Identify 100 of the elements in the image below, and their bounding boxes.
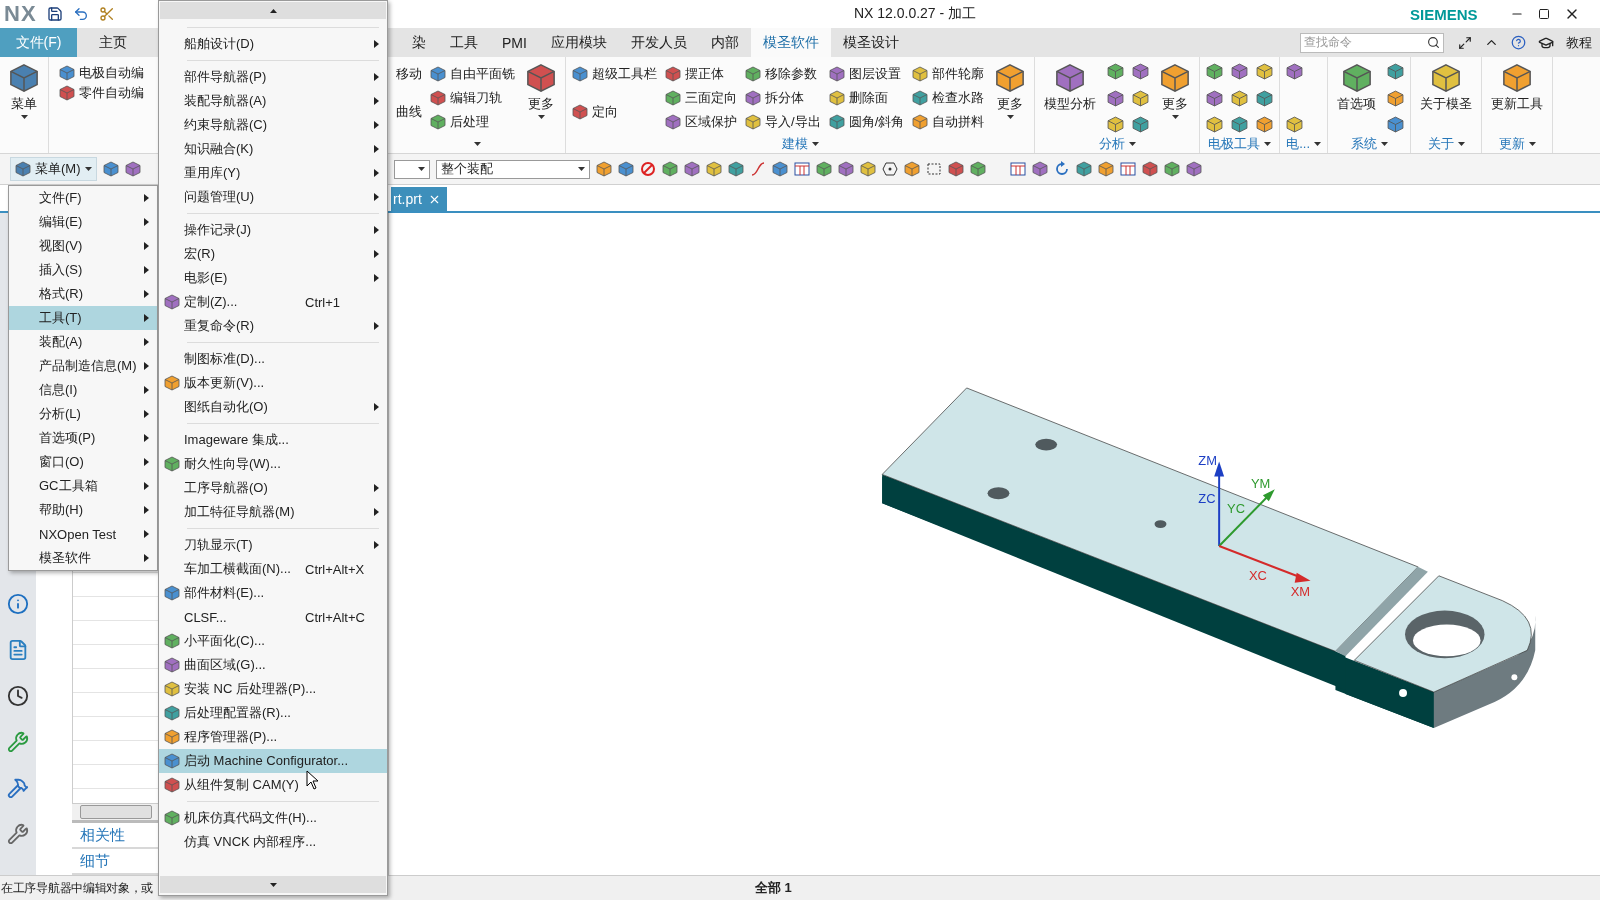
- menu-item[interactable]: 宏(R): [159, 242, 387, 266]
- menu-item[interactable]: 机床仿真代码文件(H)...: [159, 806, 387, 830]
- assembly-dropdown[interactable]: 整个装配: [435, 159, 590, 179]
- ribbon-button[interactable]: 圆角/斜角: [828, 111, 905, 133]
- menu-item[interactable]: 刀轨显示(T): [159, 533, 387, 557]
- menu-button[interactable]: 菜单: [6, 63, 42, 135]
- menu-item[interactable]: 约束导航器(C): [159, 113, 387, 137]
- menu-item[interactable]: 部件材料(E)...: [159, 581, 387, 605]
- menu-item[interactable]: 视图(V): [9, 234, 157, 258]
- grid-icon[interactable]: [793, 161, 810, 177]
- ribbon-button[interactable]: 更多: [992, 63, 1029, 135]
- document-icon[interactable]: [7, 639, 29, 661]
- ribbon-button[interactable]: 更多: [523, 63, 559, 135]
- curve-icon[interactable]: [749, 161, 766, 177]
- ribbon-button[interactable]: 首选项: [1334, 63, 1380, 135]
- menu-item[interactable]: 分析(L): [9, 402, 157, 426]
- ribbon-tab[interactable]: 内部: [698, 28, 751, 57]
- menu-item[interactable]: 后处理配置器(R)...: [159, 701, 387, 725]
- menu-item[interactable]: 首选项(P): [9, 426, 157, 450]
- ribbon-button[interactable]: 编辑刀轨: [430, 87, 515, 109]
- ribbon-button[interactable]: 拆分体: [745, 87, 821, 109]
- menu-item[interactable]: 耐久性向导(W)...: [159, 452, 387, 476]
- menu-item[interactable]: 仿真 VNCK 内部程序...: [159, 830, 387, 854]
- ribbon-button[interactable]: 定向: [572, 101, 657, 123]
- ribbon-button[interactable]: 自动拼料: [912, 111, 985, 133]
- ribbon-button[interactable]: 电极自动编: [59, 63, 144, 83]
- info-icon[interactable]: [7, 593, 29, 615]
- ribbon-button[interactable]: 导入/导出: [745, 111, 821, 133]
- dashed-rectangle-icon[interactable]: [925, 161, 942, 177]
- menu-item[interactable]: 格式(R): [9, 282, 157, 306]
- ribbon-button[interactable]: 移动: [396, 63, 422, 85]
- menu-item[interactable]: 图纸自动化(O): [159, 395, 387, 419]
- wrench-icon[interactable]: [7, 823, 29, 845]
- tutorial-link[interactable]: 教程: [1566, 33, 1592, 52]
- menu-button[interactable]: 菜单(M): [10, 157, 97, 181]
- help-icon[interactable]: [1511, 35, 1526, 50]
- wrench-icon[interactable]: [7, 731, 29, 753]
- menu-item[interactable]: 重用库(Y): [159, 161, 387, 185]
- menu-item[interactable]: 车加工横截面(N)... Ctrl+Alt+X: [159, 557, 387, 581]
- ribbon-button[interactable]: 自由平面铣: [430, 63, 515, 85]
- menu-item[interactable]: 文件(F): [9, 186, 157, 210]
- menu-item[interactable]: 产品制造信息(M): [9, 354, 157, 378]
- menu-item[interactable]: NXOpen Test: [9, 522, 157, 546]
- menu-item[interactable]: 电影(E): [159, 266, 387, 290]
- ribbon-button[interactable]: 曲线: [396, 101, 422, 123]
- menu-item[interactable]: 问题管理(U): [159, 185, 387, 209]
- menu-item[interactable]: CLSF... Ctrl+Alt+C: [159, 605, 387, 629]
- ribbon-button[interactable]: 关于模圣: [1417, 63, 1476, 135]
- ribbon-button[interactable]: 图层设置: [828, 63, 905, 85]
- undo-icon[interactable]: [72, 6, 89, 22]
- menu-item[interactable]: 小平面化(C)...: [159, 629, 387, 653]
- menu-item[interactable]: 工序导航器(O): [159, 476, 387, 500]
- ribbon-button[interactable]: 更多: [1157, 63, 1194, 135]
- document-tab[interactable]: rt.prt: [391, 187, 447, 211]
- clock-icon[interactable]: [7, 685, 29, 707]
- ribbon-button[interactable]: 三面定向: [665, 87, 737, 109]
- ribbon-button[interactable]: 部件轮廓: [912, 63, 985, 85]
- ribbon-button[interactable]: 零件自动编: [59, 83, 144, 103]
- menu-item[interactable]: 启动 Machine Configurator...: [159, 749, 387, 773]
- scroll-down-icon[interactable]: [269, 882, 277, 887]
- menu-item[interactable]: 曲面区域(G)...: [159, 653, 387, 677]
- restore-icon[interactable]: [1537, 8, 1550, 20]
- menu-item[interactable]: 模圣软件: [9, 546, 157, 570]
- rotate-icon[interactable]: [1053, 161, 1070, 177]
- ribbon-tab[interactable]: 模圣软件: [750, 28, 831, 57]
- ribbon-tab[interactable]: 工具: [438, 28, 490, 57]
- ribbon-tab[interactable]: PMI: [490, 28, 539, 57]
- grid-icon[interactable]: [1119, 161, 1136, 177]
- menu-item[interactable]: 操作记录(J): [159, 218, 387, 242]
- menu-item[interactable]: 程序管理器(P)...: [159, 725, 387, 749]
- ribbon-tab[interactable]: 应用模块: [538, 28, 619, 57]
- menu-item[interactable]: 版本更新(V)...: [159, 371, 387, 395]
- menu-item[interactable]: 船舶设计(D): [159, 32, 387, 56]
- scroll-up-icon[interactable]: [269, 8, 277, 13]
- scissors-icon[interactable]: [98, 6, 115, 22]
- menu-item[interactable]: 安装 NC 后处理器(P)...: [159, 677, 387, 701]
- menu-item[interactable]: 窗口(O): [9, 450, 157, 474]
- menu-item[interactable]: 制图标准(D)...: [159, 347, 387, 371]
- menu-item[interactable]: Imageware 集成...: [159, 428, 387, 452]
- menu-item[interactable]: 加工特征导航器(M): [159, 500, 387, 524]
- ribbon-tab[interactable]: 开发人员: [618, 28, 699, 57]
- ribbon-button[interactable]: 更新工具: [1488, 63, 1547, 135]
- ribbon-tab[interactable]: 模圣设计: [830, 28, 911, 57]
- save-icon[interactable]: [46, 6, 63, 22]
- menu-item[interactable]: 知识融合(K): [159, 137, 387, 161]
- ribbon-button[interactable]: 后处理: [430, 111, 515, 133]
- ribbon-button[interactable]: 移除参数: [745, 63, 821, 85]
- ribbon-button[interactable]: 区域保护: [665, 111, 737, 133]
- hammer-icon[interactable]: [7, 777, 29, 799]
- filter-dropdown[interactable]: [393, 159, 430, 179]
- menu-item[interactable]: GC工具箱: [9, 474, 157, 498]
- ribbon-button[interactable]: 删除面: [828, 87, 905, 109]
- menu-item[interactable]: 从组件复制 CAM(Y): [159, 773, 387, 797]
- ribbon-button[interactable]: 检查水路: [912, 87, 985, 109]
- menu-item[interactable]: 帮助(H): [9, 498, 157, 522]
- menu-item[interactable]: 重复命令(R): [159, 314, 387, 338]
- menu-item[interactable]: 部件导航器(P): [159, 65, 387, 89]
- menu-item[interactable]: 定制(Z)... Ctrl+1: [159, 290, 387, 314]
- ribbon-tab[interactable]: 染: [400, 28, 438, 57]
- no-entry-icon[interactable]: [639, 161, 656, 177]
